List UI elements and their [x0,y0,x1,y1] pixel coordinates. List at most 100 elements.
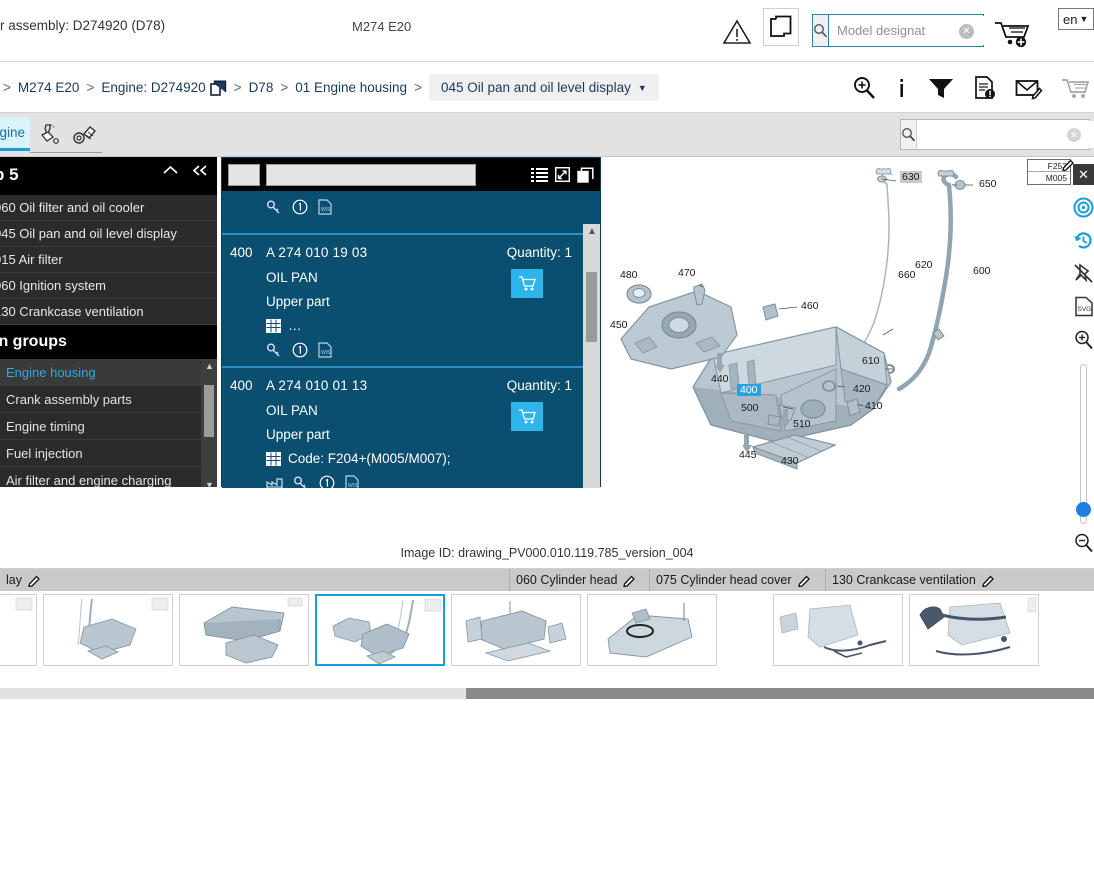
info-icon[interactable] [895,75,909,101]
callout-500[interactable]: 500 [741,402,759,414]
callout-410[interactable]: 410 [865,400,883,412]
callout-420[interactable]: 420 [853,383,871,395]
copy-button[interactable] [763,8,799,46]
tab-engine[interactable]: gine [0,117,30,151]
callout-440[interactable]: 440 [711,373,729,385]
sidebar-item-ignition-system[interactable]: 060 Ignition system [0,273,217,299]
zoom-slider-handle[interactable] [1076,502,1091,517]
target-icon[interactable] [1073,197,1094,218]
sidebar-item-oil-filter[interactable]: 060 Oil filter and oil cooler [0,195,217,221]
breadcrumb-item-engine[interactable]: Engine: D274920 [101,80,205,95]
warning-icon[interactable] [722,18,752,46]
thumbnail-horizontal-scrollbar[interactable] [0,688,1094,699]
breadcrumb-active-dropdown[interactable]: 045 Oil pan and oil level display ▼ [428,74,659,101]
callout-460[interactable]: 460 [801,300,819,312]
bolt-icon[interactable] [72,123,100,147]
breadcrumb-item-engine-housing[interactable]: 01 Engine housing [295,80,407,95]
thumbnail-item[interactable] [906,591,1042,669]
callout-470[interactable]: 470 [678,267,696,279]
thumbnail-item[interactable] [584,591,720,669]
callout-620[interactable]: 620 [915,259,933,271]
close-icon[interactable]: ✕ [1073,164,1094,185]
circle-one-icon[interactable] [292,199,308,215]
document-alert-icon[interactable] [973,75,997,101]
thumbnail-group-cylinder-head-cover[interactable]: 075 Cylinder head cover [650,569,826,591]
cart-icon[interactable] [1061,75,1089,101]
parts-scrollbar[interactable]: ▲ ▼ [583,224,600,488]
part-card[interactable]: 400 A 274 010 01 13 OIL PAN Upper part C… [222,368,600,488]
thumbnail-item[interactable] [176,591,312,669]
zoom-in-icon[interactable] [851,75,877,101]
callout-510[interactable]: 510 [793,418,811,430]
zoom-out-icon[interactable] [1073,532,1094,553]
part-code-row[interactable]: … [266,318,600,333]
sidebar-group-engine-timing[interactable]: Engine timing [0,413,217,440]
callout-650[interactable]: 650 [979,178,997,190]
thumbnail-group-cylinder-head[interactable]: 060 Cylinder head [510,569,650,591]
thumbnail-item[interactable] [448,591,584,669]
callout-445[interactable]: 445 [739,449,757,461]
search-icon[interactable] [813,15,829,46]
duplicate-icon[interactable] [577,166,594,183]
part-card[interactable]: 400 A 274 010 19 03 OIL PAN Upper part …… [222,235,600,368]
callout-480[interactable]: 480 [620,269,638,281]
key-icon[interactable] [266,343,282,358]
secondary-search-box[interactable]: ✕ [900,119,1094,150]
language-selector[interactable]: en ▼ [1058,8,1094,30]
expand-icon[interactable] [555,167,570,182]
scrollbar-thumb[interactable] [204,385,214,437]
fluid-icon[interactable] [38,123,64,147]
breadcrumb-item-d78[interactable]: D78 [249,80,274,95]
sidebar-item-air-filter[interactable]: 015 Air filter [0,247,217,273]
list-view-icon[interactable] [531,167,548,182]
wis-doc-icon[interactable]: WIS [318,199,332,215]
collapse-left-icon[interactable] [191,164,210,177]
zoom-in-icon[interactable] [1073,329,1094,350]
drawing-viewport[interactable]: 630 650 620 600 480 470 460 450 660 610 … [601,157,1094,547]
scroll-up-arrow-icon[interactable]: ▲ [587,226,597,237]
sidebar-scrollbar[interactable]: ▲ ▼ [201,359,217,487]
callout-630[interactable]: 630 [900,171,922,183]
thumbnail-group-crankcase-ventilation[interactable]: 130 Crankcase ventilation [826,569,1094,591]
thumbnail-item[interactable] [0,591,40,669]
add-to-cart-icon[interactable] [993,19,1033,47]
copy-icon[interactable] [209,80,227,96]
thumbnail-item[interactable] [40,591,176,669]
mail-edit-icon[interactable] [1015,75,1043,101]
thumbnail-item[interactable] [770,591,906,669]
collapse-up-icon[interactable] [162,164,179,177]
part-code-row[interactable]: Code: F204+(M005/M007); [266,451,600,466]
edit-pencil-icon[interactable] [982,574,995,587]
sidebar-group-crank-assembly-parts[interactable]: Crank assembly parts [0,386,217,413]
parts-card-partial[interactable]: WIS [222,191,600,235]
sidebar-group-air-filter-charging[interactable]: Air filter and engine charging [0,467,217,488]
callout-660[interactable]: 660 [898,269,916,281]
edit-pencil-icon[interactable] [28,574,41,587]
filter-icon[interactable] [927,75,955,101]
key-icon[interactable] [293,476,309,488]
svg-export-icon[interactable]: SVG [1073,296,1094,317]
factory-icon[interactable] [266,476,283,488]
breadcrumb-item-model[interactable]: M274 E20 [18,80,80,95]
clear-search-icon[interactable]: ✕ [959,24,974,39]
history-icon[interactable] [1073,230,1094,251]
scroll-up-arrow-icon[interactable]: ▲ [205,361,214,371]
sidebar-group-engine-housing[interactable]: Engine housing [0,359,217,386]
parts-search-field[interactable] [266,163,476,186]
scrollbar-thumb[interactable] [466,688,1094,699]
add-part-to-cart-button[interactable] [511,402,543,431]
edit-pencil-icon[interactable] [797,574,811,587]
model-search-box[interactable]: ✕ [812,14,1021,47]
clear-search-icon[interactable]: ✕ [1067,128,1081,142]
callout-430[interactable]: 430 [781,455,799,467]
thumbnail-item-selected[interactable] [312,591,448,669]
search-icon[interactable] [901,120,917,149]
sidebar-group-fuel-injection[interactable]: Fuel injection [0,440,217,467]
sidebar-item-crankcase-ventilation[interactable]: 130 Crankcase ventilation [0,299,217,325]
thumbnail-group-oil-pan[interactable]: lay [0,569,510,591]
callout-400-selected[interactable]: 400 [737,384,761,396]
parts-filter-box[interactable] [228,163,260,186]
callout-610[interactable]: 610 [862,355,880,367]
callout-600[interactable]: 600 [973,265,991,277]
add-part-to-cart-button[interactable] [511,269,543,298]
